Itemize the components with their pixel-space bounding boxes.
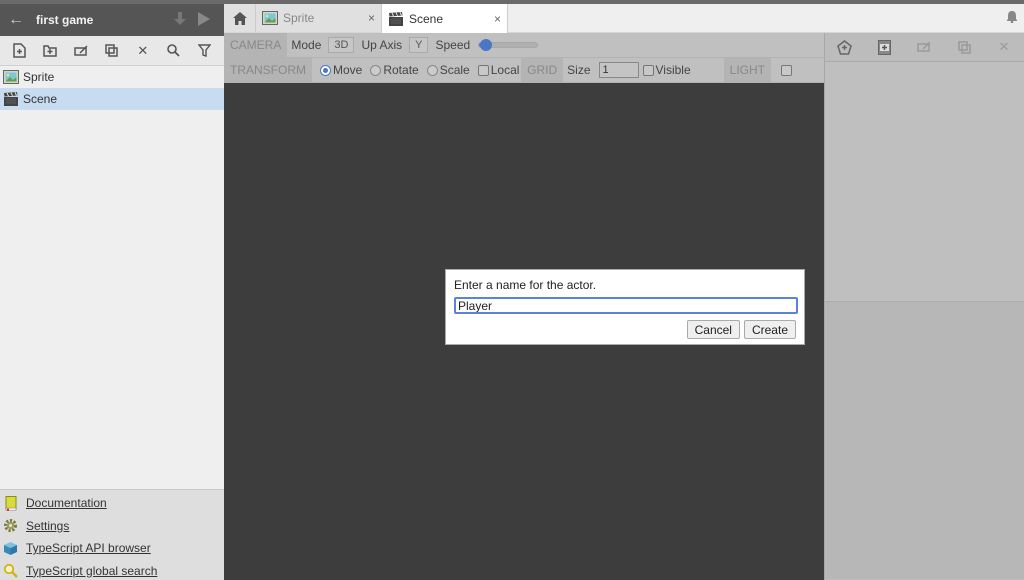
up-axis-label: Up Axis (361, 38, 403, 52)
settings-link[interactable]: Settings (0, 515, 224, 538)
up-axis-button[interactable]: Y (409, 37, 429, 53)
speed-label: Speed (435, 38, 471, 52)
new-folder-icon[interactable] (38, 40, 62, 62)
sprite-icon (3, 70, 19, 84)
move-label[interactable]: Move (333, 63, 362, 77)
actor-toolbar: ✕ (825, 33, 1024, 62)
rename-icon[interactable] (912, 36, 936, 58)
actor-tree (825, 62, 1024, 302)
asset-tree: Sprite Scene (0, 66, 224, 110)
help-links: Documentation Settings TypeScript API br… (0, 489, 224, 580)
download-icon[interactable] (168, 11, 192, 29)
light-checkbox[interactable] (781, 64, 792, 76)
local-label[interactable]: Local (491, 63, 520, 77)
tab-bar: Sprite × Scene × (224, 4, 1024, 33)
bell-icon[interactable] (1006, 10, 1018, 26)
tab-label: Sprite (283, 11, 315, 25)
duplicate-icon[interactable] (100, 40, 124, 62)
scale-radio[interactable] (426, 64, 438, 76)
rename-icon[interactable] (69, 40, 93, 62)
scale-label[interactable]: Scale (440, 63, 470, 77)
typescript-global-search-link[interactable]: TypeScript global search (0, 560, 224, 580)
play-icon[interactable] (192, 11, 216, 29)
camera-toolbar: CAMERA Mode 3D Up Axis Y Speed (224, 33, 824, 58)
speed-slider[interactable] (478, 39, 539, 51)
project-panel: ← first game ✕ Sprite Scene Documentatio… (0, 4, 224, 580)
speed-slider-knob[interactable] (480, 39, 493, 51)
camera-section-label: CAMERA (224, 33, 288, 57)
tree-item-sprite[interactable]: Sprite (0, 66, 224, 88)
typescript-api-browser-link[interactable]: TypeScript API browser (0, 537, 224, 560)
scene-clapperboard-icon (389, 11, 403, 26)
filter-icon[interactable] (192, 40, 216, 62)
tab-scene[interactable]: Scene × (382, 4, 508, 33)
close-icon[interactable]: × (494, 12, 501, 26)
grid-visible-checkbox[interactable] (642, 64, 654, 76)
grid-section-label: GRID (521, 58, 564, 82)
project-toolbar: ✕ (0, 36, 224, 66)
sprite-icon (262, 11, 278, 25)
duplicate-icon[interactable] (952, 36, 976, 58)
delete-icon[interactable]: ✕ (992, 36, 1016, 58)
transform-section-label: TRANSFORM (224, 58, 312, 82)
documentation-link[interactable]: Documentation (0, 492, 224, 515)
new-actor-icon[interactable] (833, 36, 857, 58)
book-icon (3, 495, 18, 511)
rotate-radio[interactable] (370, 64, 382, 76)
search-icon[interactable] (162, 40, 186, 62)
tree-item-label: Scene (23, 92, 58, 106)
cube-icon (3, 541, 18, 556)
grid-visible-label[interactable]: Visible (656, 63, 691, 77)
home-tab[interactable] (224, 4, 256, 32)
tab-sprite[interactable]: Sprite × (256, 4, 382, 32)
gear-icon (3, 518, 18, 533)
delete-icon[interactable]: ✕ (131, 40, 155, 62)
scene-clapperboard-icon (4, 92, 18, 106)
close-icon[interactable]: × (368, 11, 375, 25)
mode-label: Mode (291, 38, 322, 52)
actor-name-input[interactable] (454, 297, 798, 314)
mode-toggle-button[interactable]: 3D (328, 37, 355, 53)
scene-hierarchy-panel: ✕ (824, 33, 1024, 580)
transform-toolbar: TRANSFORM Move Rotate Scale Local GRID S… (224, 58, 824, 83)
cancel-button[interactable]: Cancel (686, 320, 740, 339)
rotate-label[interactable]: Rotate (383, 63, 418, 77)
local-checkbox[interactable] (477, 64, 489, 76)
actor-name-dialog: Enter a name for the actor. Cancel Creat… (445, 269, 805, 345)
grid-size-label: Size (567, 63, 591, 77)
tab-label: Scene (409, 11, 444, 26)
arrow-left-icon[interactable]: ← (8, 11, 28, 29)
project-title: first game (36, 13, 94, 27)
grid-size-input[interactable] (598, 62, 639, 78)
create-button[interactable]: Create (743, 320, 796, 339)
new-prefab-icon[interactable] (873, 36, 897, 58)
home-icon (232, 11, 247, 25)
move-radio[interactable] (320, 64, 331, 76)
dialog-message: Enter a name for the actor. (454, 278, 597, 292)
light-section-label: LIGHT (723, 58, 771, 82)
tree-item-label: Sprite (23, 70, 55, 84)
actor-inspector (825, 302, 1024, 579)
tree-item-scene[interactable]: Scene (0, 88, 224, 110)
project-header: ← first game (0, 4, 224, 36)
magnifier-icon (3, 563, 18, 579)
new-asset-icon[interactable] (7, 40, 31, 62)
